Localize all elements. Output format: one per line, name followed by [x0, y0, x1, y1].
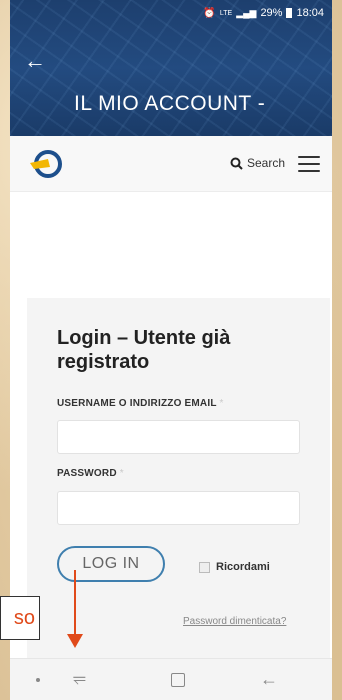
battery-percent: 29%: [260, 7, 283, 19]
login-card: Login – Utente già registrato USERNAME O…: [27, 298, 330, 660]
forgot-password-link[interactable]: Password dimenticata?: [183, 616, 286, 627]
username-input[interactable]: [57, 420, 300, 454]
page-title: IL MIO ACCOUNT -: [74, 92, 266, 115]
home-icon[interactable]: [171, 673, 185, 687]
dot-icon: [36, 678, 40, 682]
remember-label: Ricordami: [216, 561, 270, 573]
lte-signal-icon: LTE: [219, 9, 233, 17]
remember-checkbox[interactable]: [199, 561, 210, 573]
site-navbar: Search: [10, 136, 332, 192]
search-button[interactable]: Search: [230, 156, 285, 170]
annotation-arrow-line: [74, 570, 76, 642]
phone-screen: ⏰ LTE ▂▄▆ 29% 18:04 ← IL MIO ACCOUNT - S…: [10, 0, 332, 700]
signal-bars-icon: ▂▄▆: [236, 7, 257, 18]
site-logo-icon[interactable]: [28, 149, 64, 179]
remember-me[interactable]: Ricordami: [199, 561, 270, 573]
password-label: PASSWORD *: [57, 468, 124, 479]
recent-apps-icon[interactable]: ⥫: [73, 670, 86, 688]
username-label: USERNAME O INDIRIZZO EMAIL *: [57, 398, 224, 409]
search-label: Search: [247, 156, 286, 170]
annotation-label: so: [0, 596, 40, 640]
back-icon[interactable]: ←: [260, 669, 278, 690]
annotation-arrow-head: [67, 634, 83, 648]
password-input[interactable]: [57, 491, 300, 525]
status-bar: ⏰ LTE ▂▄▆ 29% 18:04: [203, 4, 324, 22]
login-heading: Login – Utente già registrato: [57, 327, 231, 373]
clock: 18:04: [296, 7, 324, 19]
header-banner: ⏰ LTE ▂▄▆ 29% 18:04 ← IL MIO ACCOUNT -: [10, 0, 332, 136]
hamburger-menu-icon[interactable]: [298, 156, 320, 172]
alarm-icon: ⏰: [203, 7, 216, 19]
search-icon: [230, 157, 243, 170]
back-arrow-icon[interactable]: ←: [24, 50, 46, 72]
system-nav-bar: ⥫ ←: [10, 658, 332, 700]
battery-icon: [286, 8, 293, 18]
